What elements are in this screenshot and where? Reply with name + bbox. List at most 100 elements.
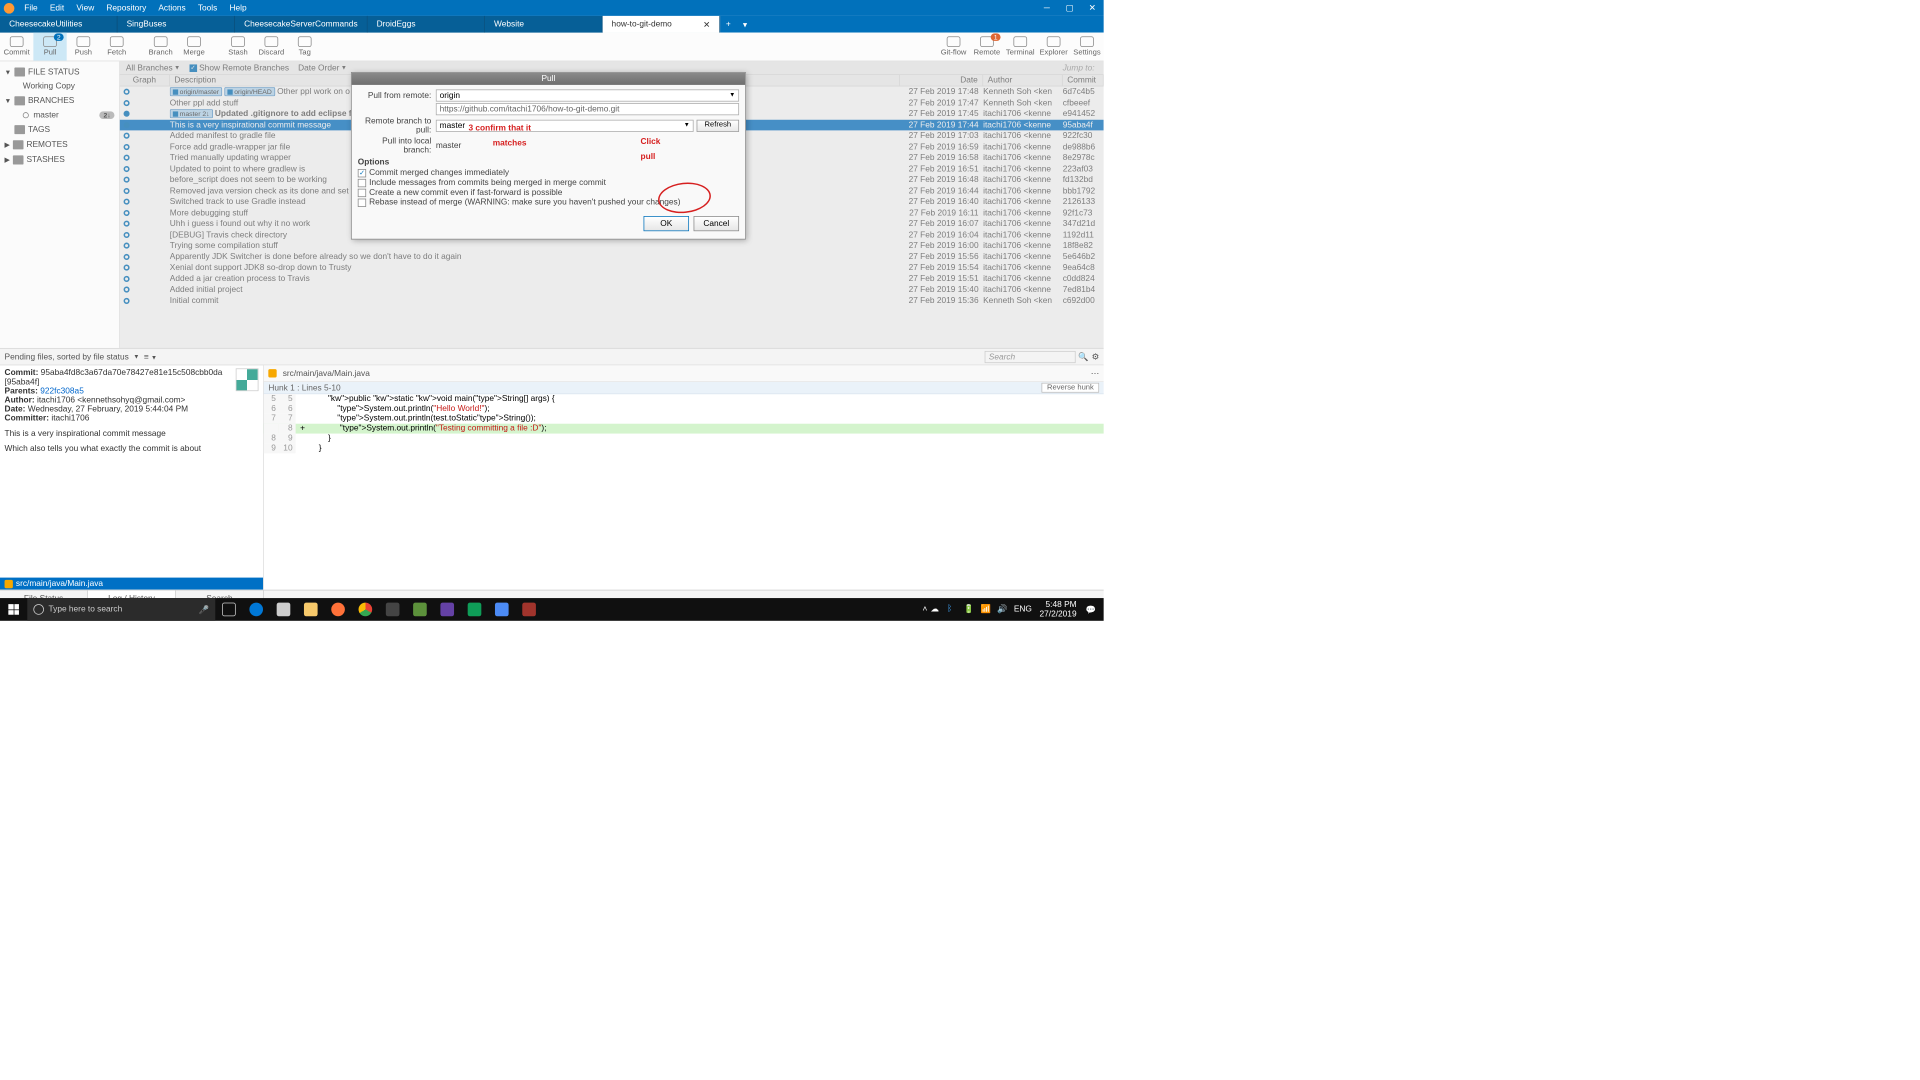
firefox-icon[interactable]	[324, 598, 351, 621]
sidebar-branch-master[interactable]: master2↓	[0, 108, 119, 122]
store-icon[interactable]	[270, 598, 297, 621]
filter-date-order[interactable]: Date Order ▼	[298, 63, 347, 72]
jump-to-input[interactable]: Jump to:	[1063, 63, 1098, 72]
app-icon-3[interactable]	[488, 598, 515, 621]
commit-row[interactable]: Xenial dont support JDK8 so-drop down to…	[120, 262, 1104, 273]
app-icon-1[interactable]	[379, 598, 406, 621]
repo-tab[interactable]: DroidEggs	[367, 16, 484, 33]
close-icon[interactable]: ✕	[703, 19, 710, 29]
filter-branches[interactable]: All Branches ▼	[126, 63, 180, 72]
repo-tab[interactable]: how-to-git-demo✕	[602, 16, 719, 33]
sidebar: ▼FILE STATUS Working Copy ▼BRANCHES mast…	[0, 61, 120, 348]
cloud-icon[interactable]: ☁	[930, 604, 941, 615]
app-icon-2[interactable]	[406, 598, 433, 621]
gitflow-button[interactable]: Git-flow	[937, 33, 970, 61]
push-button[interactable]: Push	[67, 33, 100, 61]
cancel-button[interactable]: Cancel	[694, 216, 739, 231]
repo-tab[interactable]: Website	[485, 16, 602, 33]
menu-repository[interactable]: Repository	[100, 2, 152, 14]
commit-row[interactable]: Initial commit27 Feb 2019 15:36Kenneth S…	[120, 295, 1104, 306]
clock[interactable]: 5:48 PM27/2/2019	[1039, 600, 1076, 618]
system-tray: ˄ ☁ ᛒ 🔋 📶 🔊 ENG 5:48 PM27/2/2019 💬	[923, 600, 1104, 618]
explorer-button[interactable]: Explorer	[1037, 33, 1070, 61]
sourcetree-icon[interactable]	[515, 598, 542, 621]
refresh-button[interactable]: Refresh	[697, 120, 739, 132]
commit-row[interactable]: Trying some compilation stuff27 Feb 2019…	[120, 240, 1104, 251]
discard-button[interactable]: Discard	[255, 33, 288, 61]
remote-button[interactable]: 1Remote	[970, 33, 1003, 61]
option-rebase[interactable]: Rebase instead of merge (WARNING: make s…	[358, 198, 739, 207]
minimize-button[interactable]: ─	[1035, 0, 1058, 16]
sidebar-remotes[interactable]: ▶REMOTES	[0, 137, 119, 152]
menu-actions[interactable]: Actions	[152, 2, 191, 14]
maps-icon[interactable]	[461, 598, 488, 621]
sidebar-working-copy[interactable]: Working Copy	[0, 80, 119, 94]
terminal-button[interactable]: Terminal	[1004, 33, 1037, 61]
commit-row[interactable]: Added a jar creation process to Travis27…	[120, 273, 1104, 284]
filter-show-remote[interactable]: ✓Show Remote Branches	[189, 63, 289, 72]
fetch-button[interactable]: Fetch	[100, 33, 133, 61]
menu-file[interactable]: File	[18, 2, 44, 14]
language-indicator[interactable]: ENG	[1014, 605, 1032, 614]
commit-row[interactable]: Added initial project27 Feb 2019 15:40it…	[120, 284, 1104, 295]
option-create-new-commit[interactable]: Create a new commit even if fast-forward…	[358, 188, 739, 197]
maximize-button[interactable]: ▢	[1058, 0, 1081, 16]
remote-url: https://github.com/itachi1706/how-to-git…	[436, 103, 739, 115]
merge-button[interactable]: Merge	[177, 33, 210, 61]
header-author: Author	[983, 75, 1063, 86]
remote-branch-select[interactable]: master▼	[436, 120, 694, 132]
avatar	[236, 368, 259, 391]
task-view-icon[interactable]	[215, 598, 242, 621]
sidebar-branches[interactable]: ▼BRANCHES	[0, 93, 119, 108]
option-include-messages[interactable]: Include messages from commits being merg…	[358, 178, 739, 187]
add-tab-button[interactable]: +	[720, 16, 737, 33]
changed-file[interactable]: src/main/java/Main.java	[0, 578, 263, 590]
explorer-icon[interactable]	[297, 598, 324, 621]
sidebar-stashes[interactable]: ▶STASHES	[0, 152, 119, 167]
chrome-icon[interactable]	[352, 598, 379, 621]
edge-icon[interactable]	[243, 598, 270, 621]
pull-from-remote-label: Pull from remote:	[358, 91, 436, 100]
taskbar-search[interactable]: Type here to search🎤	[27, 598, 215, 621]
menu-view[interactable]: View	[70, 2, 100, 14]
diff-code: 55 "kw">public "kw">static "kw">void mai…	[264, 394, 1104, 590]
commit-row[interactable]: Apparently JDK Switcher is done before a…	[120, 251, 1104, 262]
menu-tools[interactable]: Tools	[192, 2, 224, 14]
wifi-icon[interactable]: 📶	[980, 604, 991, 615]
start-button[interactable]	[0, 598, 27, 621]
titlebar: FileEditViewRepositoryActionsToolsHelp ─…	[0, 0, 1104, 16]
reverse-hunk-button[interactable]: Reverse hunk	[1042, 383, 1099, 393]
search-icon[interactable]: 🔍	[1078, 352, 1088, 362]
sidebar-file-status[interactable]: ▼FILE STATUS	[0, 64, 119, 79]
notifications-icon[interactable]: 💬	[1086, 605, 1096, 615]
tab-dropdown[interactable]: ▾	[737, 16, 754, 33]
app-logo	[4, 3, 15, 14]
volume-icon[interactable]: 🔊	[997, 604, 1008, 615]
twitch-icon[interactable]	[434, 598, 461, 621]
tray-chevron-icon[interactable]: ˄	[923, 605, 928, 614]
gear-icon[interactable]: ⚙	[1092, 352, 1099, 362]
branch-button[interactable]: Branch	[144, 33, 177, 61]
detail-search-input[interactable]: Search	[985, 351, 1076, 363]
remote-branch-label: Remote branch to pull:	[358, 117, 436, 135]
ok-button[interactable]: OK	[644, 216, 689, 231]
remote-select[interactable]: origin▼	[436, 89, 739, 101]
window-controls: ─ ▢ ✕	[1035, 0, 1103, 16]
local-branch-value: master	[436, 141, 461, 150]
sidebar-tags[interactable]: ▼TAGS	[0, 122, 119, 137]
menu-help[interactable]: Help	[223, 2, 252, 14]
pull-button[interactable]: 2Pull	[33, 33, 66, 61]
repo-tab[interactable]: SingBuses	[117, 16, 234, 33]
settings-button[interactable]: Settings	[1070, 33, 1103, 61]
tag-button[interactable]: Tag	[288, 33, 321, 61]
menu-edit[interactable]: Edit	[44, 2, 71, 14]
stash-button[interactable]: Stash	[221, 33, 254, 61]
option-commit-merged[interactable]: ✓Commit merged changes immediately	[358, 168, 739, 177]
commit-button[interactable]: Commit	[0, 33, 33, 61]
close-button[interactable]: ✕	[1081, 0, 1104, 16]
battery-icon[interactable]: 🔋	[964, 604, 975, 615]
repo-tab[interactable]: CheesecakeUtilities	[0, 16, 117, 33]
repo-tab[interactable]: CheesecakeServerCommands	[235, 16, 367, 33]
bluetooth-icon[interactable]: ᛒ	[947, 604, 958, 615]
options-label: Options	[358, 158, 739, 167]
